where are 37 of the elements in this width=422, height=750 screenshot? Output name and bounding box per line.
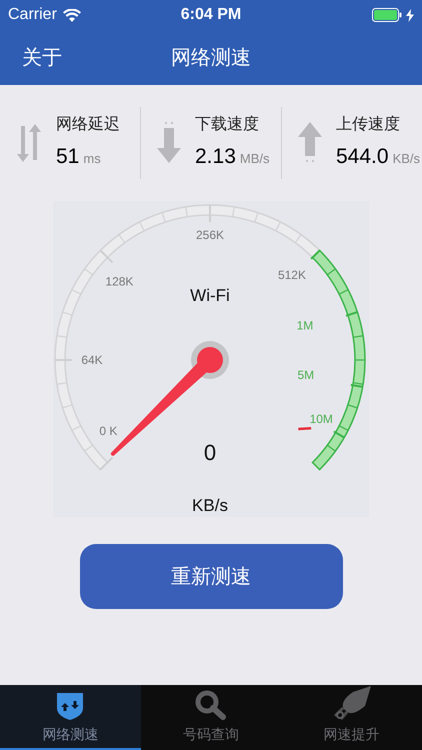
scale-label: 256K (196, 228, 224, 242)
stat-label: 网络延迟 (56, 114, 120, 136)
peak-marker (298, 426, 312, 430)
tab[interactable]: 网速提升 (281, 685, 422, 750)
clock-text: 6:04 PM (180, 5, 242, 25)
wifi-icon (62, 8, 81, 22)
page-title: 网络测速 (170, 46, 251, 70)
stat-label: 上传速度 (336, 114, 401, 136)
speed-reading: 0 (204, 440, 216, 465)
stat-value: 2.13 (195, 144, 236, 170)
network-type: Wi-Fi (190, 286, 230, 305)
up-arrow-icon (298, 122, 322, 164)
speed-unit: KB/s (192, 496, 228, 515)
charging-icon (406, 8, 414, 22)
search-icon (195, 690, 227, 720)
scale-label: 1M (296, 318, 314, 332)
stat-label: 下载速度 (195, 114, 260, 136)
scale-label: 64K (81, 353, 103, 367)
scale-label: 512K (278, 268, 306, 282)
stat-value: 544.0 (336, 144, 389, 170)
tab[interactable]: 网络测速 (0, 685, 141, 750)
arrows-icon (16, 124, 42, 162)
down-arrow-icon (157, 122, 181, 164)
scale-label: 5M (297, 368, 314, 382)
stat-unit: MB/s (240, 150, 270, 168)
scale-label: 0 K (99, 424, 118, 438)
scale-label: 128K (105, 274, 134, 288)
battery-icon (372, 8, 402, 22)
retest-button[interactable]: 重新测速 (80, 544, 342, 609)
carrier-text: Carrier (8, 5, 57, 25)
about-button[interactable]: 关于 (22, 42, 62, 72)
stat-unit: ms (83, 150, 101, 168)
stat-value: 51 (56, 144, 80, 170)
shield-arrows-icon (56, 692, 84, 720)
stat-unit: KB/s (392, 150, 420, 168)
tab[interactable]: 号码查询 (140, 685, 282, 750)
scale-label: 10M (310, 412, 333, 426)
